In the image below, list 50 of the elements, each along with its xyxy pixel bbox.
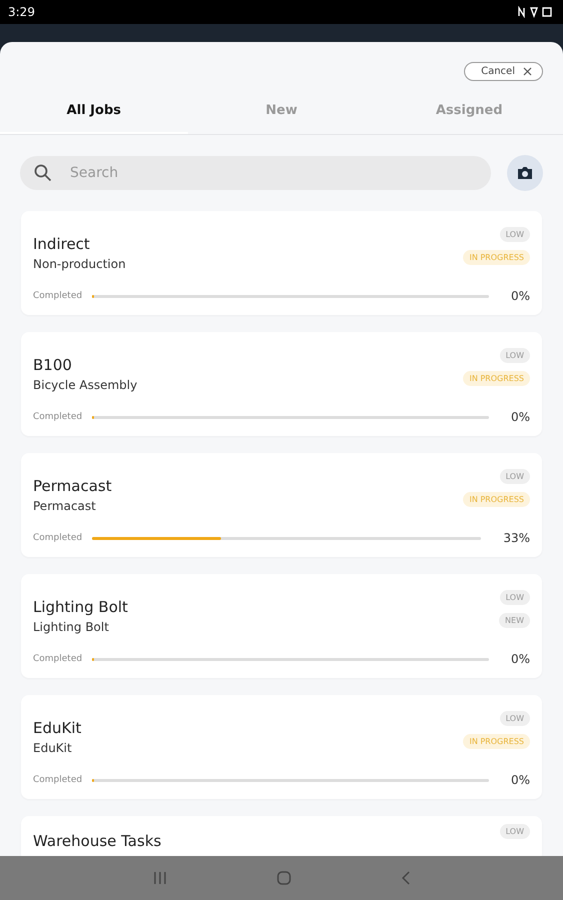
- progress-label: Completed: [33, 654, 82, 664]
- status-badge: IN PROGRESS: [463, 492, 530, 507]
- job-card[interactable]: EduKit EduKit LOW IN PROGRESS Completed 0%: [21, 695, 542, 799]
- progress-percent: 0%: [510, 773, 530, 787]
- priority-badge: LOW: [500, 590, 530, 605]
- job-subtitle: Non-production: [33, 257, 126, 271]
- job-subtitle: Lighting Bolt: [33, 620, 110, 634]
- status-time: 3:29: [8, 5, 35, 19]
- job-title: Permacast: [33, 477, 112, 495]
- priority-badge: LOW: [500, 469, 530, 484]
- progress-percent: 33%: [503, 531, 530, 545]
- status-badge: NEW: [499, 613, 530, 628]
- search-input[interactable]: Search: [68, 164, 477, 182]
- progress-percent: 0%: [510, 652, 530, 666]
- job-title: B100: [33, 356, 73, 374]
- home-icon[interactable]: [276, 871, 290, 885]
- job-title: Lighting Bolt: [33, 598, 128, 616]
- priority-badge: LOW: [500, 711, 530, 726]
- search-field[interactable]: Search: [20, 156, 491, 190]
- job-card[interactable]: Indirect Non-production LOW IN PROGRESS Completed 0%: [21, 211, 542, 315]
- priority-badge: LOW: [500, 227, 530, 242]
- camera-icon: [517, 166, 533, 180]
- job-card[interactable]: Warehouse Tasks LOW: [21, 816, 542, 856]
- job-title: Warehouse Tasks: [33, 832, 162, 850]
- camera-button[interactable]: [507, 155, 543, 191]
- progress-percent: 0%: [510, 410, 530, 424]
- status-badge: IN PROGRESS: [463, 734, 530, 749]
- back-icon[interactable]: [400, 871, 410, 885]
- status-badge: IN PROGRESS: [463, 250, 530, 265]
- close-icon: [523, 67, 532, 76]
- priority-badge: LOW: [500, 348, 530, 363]
- recent-apps-icon[interactable]: [152, 871, 166, 885]
- job-title: Indirect: [33, 235, 91, 253]
- search-icon: [34, 164, 52, 182]
- job-subtitle: Bicycle Assembly: [33, 378, 138, 392]
- job-card[interactable]: Permacast Permacast LOW IN PROGRESS Completed 33%: [21, 453, 542, 557]
- progress-label: Completed: [33, 412, 82, 422]
- job-card[interactable]: B100 Bicycle Assembly LOW IN PROGRESS Completed 0%: [21, 332, 542, 436]
- tab[interactable]: All Jobs: [0, 91, 188, 134]
- job-card[interactable]: Lighting Bolt Lighting Bolt LOW NEW Completed 0%: [21, 574, 542, 678]
- cancel-button[interactable]: Cancel: [464, 62, 543, 81]
- job-subtitle: Permacast: [33, 499, 97, 513]
- job-title: EduKit: [33, 719, 82, 737]
- progress-label: Completed: [33, 291, 82, 301]
- priority-badge: LOW: [500, 824, 530, 839]
- progress-label: Completed: [33, 775, 82, 785]
- job-subtitle: EduKit: [33, 741, 73, 755]
- status-badge: IN PROGRESS: [463, 371, 530, 386]
- progress-percent: 0%: [510, 289, 530, 303]
- progress-label: Completed: [33, 533, 82, 543]
